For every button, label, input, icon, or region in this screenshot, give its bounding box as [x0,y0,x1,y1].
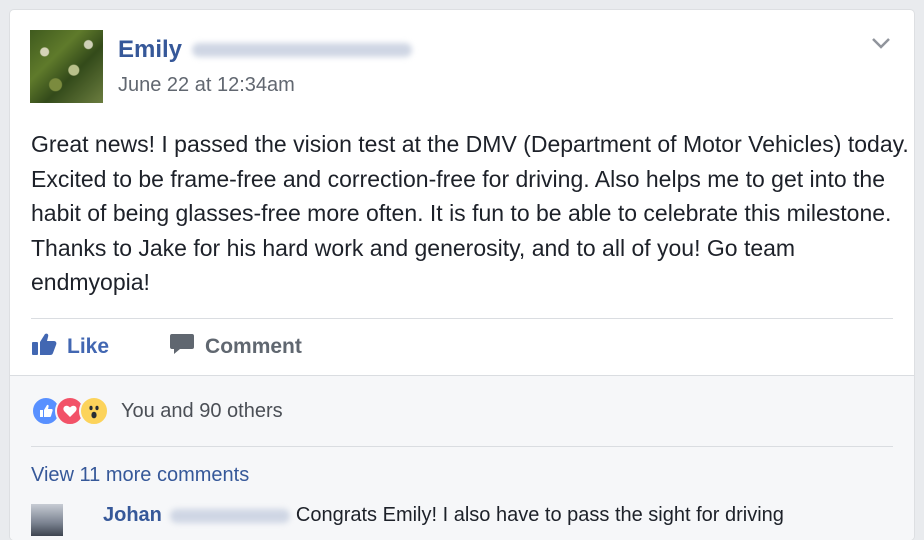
author-surname-blurred [192,43,413,57]
view-more-comments-link[interactable]: View 11 more comments [31,464,249,487]
reactions-summary[interactable]: You and 90 others [31,396,283,426]
post-card: Emily June 22 at 12:34am Great news! I p… [10,10,914,540]
thumbs-up-icon [31,332,67,362]
wow-icon [79,396,109,426]
post-author[interactable]: Emily [118,36,413,64]
author-avatar[interactable] [30,30,103,103]
post-text: Great news! I passed the vision test at … [31,131,909,295]
comment-label: Comment [205,335,302,358]
divider [31,318,893,319]
divider [31,446,893,447]
comment-author-surname-blurred [169,508,290,523]
feedback-section: You and 90 others View 11 more comments … [10,375,914,540]
comment-body: Johan Congrats Emily! I also have to pas… [103,504,784,527]
reaction-icons [31,396,109,426]
like-label: Like [67,335,110,358]
like-button[interactable]: Like [31,332,109,362]
commenter-avatar[interactable] [31,504,63,536]
author-name[interactable]: Emily [118,36,182,64]
speech-bubble-icon [169,332,205,362]
chevron-down-icon[interactable] [870,34,892,52]
post-timestamp[interactable]: June 22 at 12:34am [118,74,295,97]
comment-button[interactable]: Comment [169,332,302,362]
post-actions: Like Comment [31,331,302,363]
comment-item: Johan Congrats Emily! I also have to pas… [31,504,784,536]
reactions-count-text: You and 90 others [121,399,283,422]
comment-text: Congrats Emily! I also have to pass the … [295,504,784,526]
comment-author-name[interactable]: Johan [103,504,162,527]
